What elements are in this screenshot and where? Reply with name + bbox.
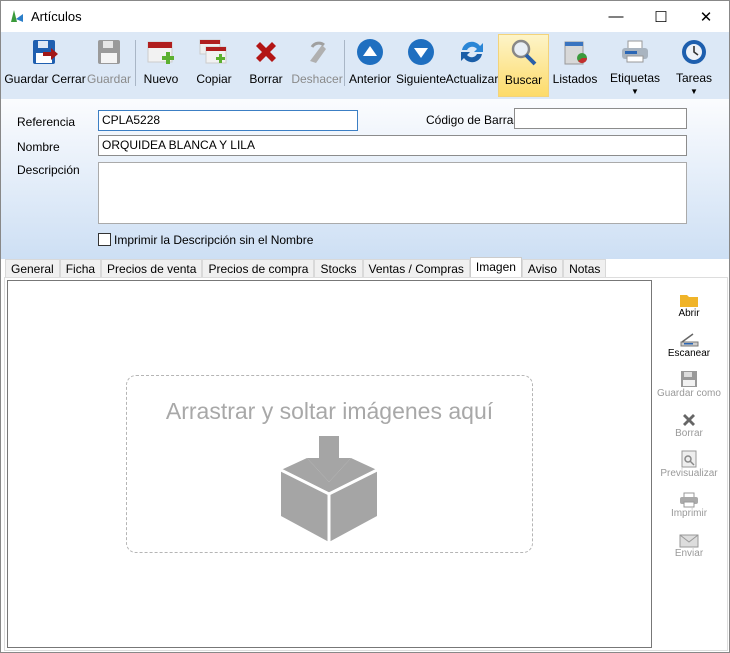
tab-stocks[interactable]: Stocks: [314, 259, 363, 278]
save-icon: [98, 40, 120, 64]
enviar-button[interactable]: Enviar: [653, 528, 725, 559]
report-icon: [564, 41, 587, 65]
guardar-como-button[interactable]: Guardar como: [653, 368, 725, 399]
chevron-down-icon: ▼: [690, 87, 698, 96]
search-icon: [511, 39, 536, 66]
undo-icon: [310, 41, 326, 63]
borrar-button[interactable]: Borrar: [246, 34, 286, 96]
codigo-barras-label: Código de Barras: [426, 113, 520, 127]
copiar-button[interactable]: Copiar: [194, 34, 234, 96]
listados-button[interactable]: Listados: [551, 34, 599, 96]
image-area: Arrastrar y soltar imágenes aquí: [7, 280, 652, 648]
nuevo-button[interactable]: Nuevo: [141, 34, 181, 96]
drop-zone-text: Arrastrar y soltar imágenes aquí: [165, 398, 494, 424]
descripcion-textarea[interactable]: [98, 162, 687, 224]
codigo-barras-input[interactable]: [514, 108, 687, 129]
minimize-button[interactable]: —: [593, 1, 639, 32]
window-title: Artículos: [31, 9, 82, 24]
referencia-label: Referencia: [17, 115, 76, 129]
imagen-panel: Arrastrar y soltar imágenes aquí Abrir E…: [4, 277, 728, 651]
arrow-up-icon: [357, 39, 383, 65]
delete-icon: [683, 414, 695, 426]
nombre-input[interactable]: ORQUIDEA BLANCA Y LILA: [98, 135, 687, 156]
delete-icon: [256, 42, 276, 62]
tab-notas[interactable]: Notas: [563, 259, 607, 278]
tab-ventas-compras[interactable]: Ventas / Compras: [362, 259, 470, 278]
buscar-button[interactable]: Buscar: [498, 34, 549, 97]
maximize-button[interactable]: ☐: [638, 1, 684, 32]
arrow-down-icon: [408, 39, 434, 65]
descripcion-label: Descripción: [17, 163, 80, 177]
anterior-button[interactable]: Anterior: [347, 34, 393, 96]
abrir-button[interactable]: Abrir: [653, 288, 725, 319]
toolbar: Guardar Cerrar Guardar Nuevo Copiar Borr…: [1, 32, 729, 99]
chevron-down-icon: ▼: [631, 87, 639, 96]
deshacer-button[interactable]: Deshacer: [291, 34, 343, 96]
copy-icon: [199, 39, 227, 64]
referencia-input[interactable]: CPLA5228: [98, 110, 358, 131]
tareas-button[interactable]: Tareas ▼: [669, 34, 719, 96]
preview-icon: [681, 450, 697, 468]
etiquetas-button[interactable]: Etiquetas ▼: [607, 34, 663, 96]
drop-box-icon: [280, 436, 378, 542]
scanner-icon: [680, 333, 699, 347]
tab-bar: General Ficha Precios de venta Precios d…: [5, 257, 607, 278]
refresh-icon: [461, 41, 483, 63]
save-as-icon: [681, 371, 697, 387]
actualizar-button[interactable]: Actualizar: [446, 34, 498, 96]
guardar-button[interactable]: Guardar: [87, 34, 131, 96]
articulos-window: Artículos — ☐ ✕ Guardar Cerrar Guardar N…: [0, 0, 730, 653]
printer-icon: [622, 40, 648, 62]
siguiente-button[interactable]: Siguiente: [396, 34, 446, 96]
imprimir-button[interactable]: Imprimir: [653, 488, 725, 519]
app-icon: [11, 10, 23, 22]
imprimir-descripcion-label[interactable]: Imprimir la Descripción sin el Nombre: [114, 233, 313, 247]
new-icon: [147, 41, 174, 64]
guardar-cerrar-button[interactable]: Guardar Cerrar: [4, 34, 86, 96]
imprimir-descripcion-checkbox[interactable]: [98, 233, 111, 246]
tab-precios-venta[interactable]: Precios de venta: [101, 259, 203, 278]
mail-icon: [679, 534, 699, 548]
tab-aviso[interactable]: Aviso: [521, 259, 564, 278]
previsualizar-button[interactable]: Previsualizar: [653, 448, 725, 479]
tab-general[interactable]: General: [5, 259, 60, 278]
folder-icon: [680, 295, 698, 307]
print-icon: [680, 492, 698, 508]
nombre-label: Nombre: [17, 140, 60, 154]
close-button[interactable]: ✕: [683, 1, 729, 32]
drop-zone[interactable]: Arrastrar y soltar imágenes aquí: [126, 375, 533, 553]
clock-icon: [682, 39, 706, 64]
escanear-button[interactable]: Escanear: [653, 328, 725, 359]
title-bar: Artículos — ☐ ✕: [1, 1, 729, 32]
borrar-imagen-button[interactable]: Borrar: [653, 408, 725, 439]
tab-imagen[interactable]: Imagen: [469, 257, 522, 278]
toolbar-separator: [344, 40, 345, 86]
tab-ficha[interactable]: Ficha: [59, 259, 102, 278]
tab-precios-compra[interactable]: Precios de compra: [202, 259, 315, 278]
toolbar-separator: [135, 40, 136, 86]
save-close-icon: [33, 40, 58, 64]
